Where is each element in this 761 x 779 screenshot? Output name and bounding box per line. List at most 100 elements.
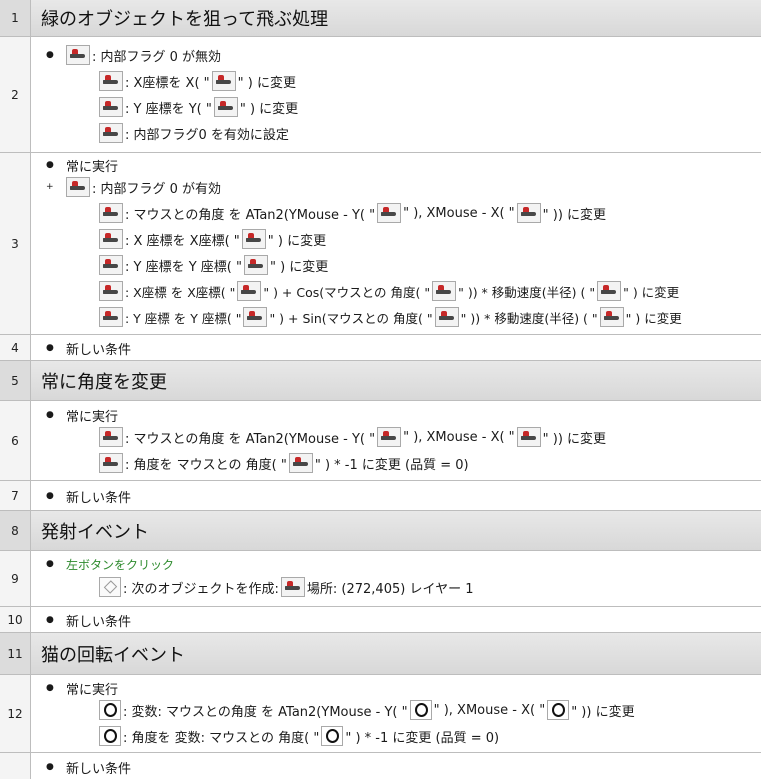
bullet-dot: ● [46, 491, 54, 501]
event-row-2[interactable]: 2 ● : 内部フラグ 0 が無効 : X座標を X( " " ) に変更 : … [0, 37, 761, 153]
bullet-object-icon [432, 281, 457, 301]
action-text: " )) に変更 [542, 207, 607, 223]
line-number: 6 [0, 401, 31, 480]
action-text: : 変数: マウスとの角度 を ATan2(YMouse - Y( " [123, 704, 408, 720]
action-line[interactable]: : 内部フラグ0 を有効に設定 [97, 121, 289, 145]
bullet-object-icon [99, 123, 123, 143]
action-line[interactable]: : X 座標を X座標( " " ) に変更 [97, 227, 326, 251]
action-line[interactable]: : 変数: マウスとの角度 を ATan2(YMouse - Y( " " ),… [97, 698, 635, 722]
bullet-object-icon [66, 45, 90, 65]
condition-line[interactable]: ● 常に実行 [31, 676, 118, 700]
bullet-object-icon [243, 307, 268, 327]
action-text: " )) * 移動速度(半径) ( " [458, 284, 596, 300]
action-line[interactable]: : 角度を マウスとの 角度( " " ) * -1 に変更 (品質 = 0) [97, 451, 469, 475]
action-line[interactable]: : X座標を X( " " ) に変更 [97, 69, 296, 93]
bullet-object-icon [237, 281, 262, 301]
event-row-4[interactable]: 4 ● 新しい条件 [0, 335, 761, 361]
bullet-object-icon [99, 307, 123, 327]
bullet-object-icon [99, 97, 123, 117]
bullet-object-icon [99, 281, 123, 301]
action-text: " ) * -1 に変更 (品質 = 0) [314, 457, 469, 473]
action-line[interactable]: : マウスとの角度 を ATan2(YMouse - Y( " " ), XMo… [97, 201, 606, 225]
group-title: 発射イベント [31, 511, 761, 550]
bullet-object-icon [99, 203, 123, 223]
group-header-1[interactable]: 1 緑のオブジェクトを狙って飛ぶ処理 [0, 0, 761, 37]
line-number: 11 [0, 633, 31, 674]
line-number: 7 [0, 481, 31, 510]
bullet-dot: ● [46, 160, 54, 170]
bullet-object-icon [99, 453, 123, 473]
bullet-dot: ● [46, 410, 54, 420]
bullet-object-icon [99, 255, 123, 275]
line-number: 3 [0, 153, 31, 334]
action-text: : Y 座標 を Y 座標( " [125, 310, 242, 326]
group-header-11[interactable]: 11 猫の回転イベント [0, 633, 761, 675]
action-text: 場所: (272,405) レイヤー 1 [306, 581, 474, 597]
cat-object-icon [321, 726, 344, 746]
action-text: : X座標 を X座標( " [125, 284, 236, 300]
create-object-icon [99, 577, 121, 597]
action-text: : 内部フラグ0 を有効に設定 [125, 127, 289, 143]
group-header-5[interactable]: 5 常に角度を変更 [0, 361, 761, 401]
condition-text: 常に実行 [66, 159, 119, 175]
action-line[interactable]: : 角度を 変数: マウスとの 角度( " " ) * -1 に変更 (品質 =… [97, 724, 499, 748]
line-number: 2 [0, 37, 31, 152]
action-line[interactable]: : Y 座標 を Y 座標( " " ) + Sin(マウスとの 角度( " "… [97, 305, 682, 329]
cat-object-icon [547, 700, 570, 720]
bullet-dot: ● [46, 762, 54, 772]
line-number: 12 [0, 675, 31, 752]
event-row-9[interactable]: 9 ● 左ボタンをクリック : 次のオブジェクトを作成: 場所: (272,40… [0, 551, 761, 607]
action-text: : 次のオブジェクトを作成: [123, 581, 279, 597]
event-row-12[interactable]: 12 ● 常に実行 : 変数: マウスとの角度 を ATan2(YMouse -… [0, 675, 761, 753]
action-line[interactable]: : Y 座標を Y 座標( " " ) に変更 [97, 253, 328, 277]
event-row-13[interactable]: ● 新しい条件 [0, 753, 761, 779]
bullet-object-icon [99, 229, 123, 249]
condition-line[interactable]: ● 常に実行 [31, 153, 118, 177]
bullet-object-icon [516, 427, 541, 447]
new-condition-line[interactable]: ● 新しい条件 [31, 608, 131, 632]
action-text: " )) * 移動速度(半径) ( " [460, 310, 598, 326]
new-condition-line[interactable]: ● 新しい条件 [31, 336, 131, 360]
action-text: : 角度を マウスとの 角度( " [125, 457, 287, 473]
group-title: 常に角度を変更 [31, 361, 761, 400]
bullet-object-icon [599, 307, 624, 327]
condition-line[interactable]: ● 常に実行 [31, 403, 118, 427]
condition-line[interactable]: ● 左ボタンをクリック [31, 552, 174, 576]
action-text: " ) に変更 [625, 310, 682, 326]
action-text: : 角度を 変数: マウスとの 角度( " [123, 730, 320, 746]
action-line[interactable]: : X座標 を X座標( " " ) + Cos(マウスとの 角度( " " )… [97, 279, 679, 303]
bullet-object-icon [288, 453, 313, 473]
action-line[interactable]: : マウスとの角度 を ATan2(YMouse - Y( " " ), XMo… [97, 425, 606, 449]
event-row-6[interactable]: 6 ● 常に実行 : マウスとの角度 を ATan2(YMouse - Y( "… [0, 401, 761, 481]
bullet-object-icon [516, 203, 541, 223]
event-row-3[interactable]: 3 ● 常に実行 + : 内部フラグ 0 が有効 : マウスとの角度 を ATa… [0, 153, 761, 335]
action-text: " ) * -1 に変更 (品質 = 0) [345, 730, 500, 746]
action-text: : Y 座標を Y 座標( " [125, 259, 242, 275]
condition-text: 常に実行 [66, 682, 119, 698]
condition-line[interactable]: ● : 内部フラグ 0 が無効 [31, 43, 221, 67]
action-text: " ) に変更 [267, 233, 327, 249]
event-row-7[interactable]: 7 ● 新しい条件 [0, 481, 761, 511]
bullet-object-icon [241, 229, 266, 249]
action-text: " ), XMouse - X( " [403, 205, 515, 221]
condition-text: 常に実行 [66, 409, 119, 425]
action-line[interactable]: : 次のオブジェクトを作成: 場所: (272,405) レイヤー 1 [97, 575, 473, 599]
bullet-dot: + [46, 182, 54, 192]
event-row-10[interactable]: 10 ● 新しい条件 [0, 607, 761, 633]
condition-text: 新しい条件 [66, 490, 132, 506]
bullet-object-icon [280, 577, 305, 597]
new-condition-line[interactable]: ● 新しい条件 [31, 484, 131, 508]
bullet-object-icon [377, 203, 402, 223]
cat-object-icon [409, 700, 432, 720]
group-header-8[interactable]: 8 発射イベント [0, 511, 761, 551]
line-number: 4 [0, 335, 31, 360]
bullet-object-icon [213, 97, 238, 117]
bullet-dot: ● [46, 343, 54, 353]
line-number: 5 [0, 361, 31, 400]
action-text: : Y 座標を Y( " [125, 101, 212, 117]
bullet-object-icon [243, 255, 268, 275]
action-text: : X座標を X( " [125, 75, 210, 91]
condition-line[interactable]: + : 内部フラグ 0 が有効 [31, 175, 221, 199]
action-text: : マウスとの角度 を ATan2(YMouse - Y( " [125, 207, 376, 223]
action-line[interactable]: : Y 座標を Y( " " ) に変更 [97, 95, 298, 119]
